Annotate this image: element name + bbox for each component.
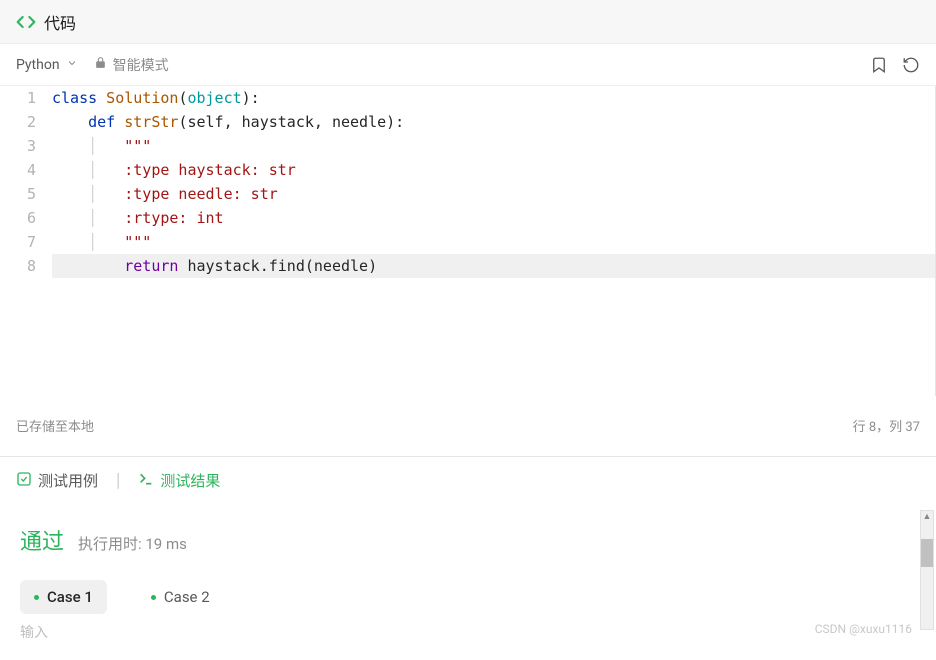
status-dot-icon (34, 595, 39, 600)
case-tab-1[interactable]: Case 1 (20, 580, 107, 614)
code-line: │ :rtype: int (52, 206, 935, 230)
code-line: │ :type haystack: str (52, 158, 935, 182)
watermark: CSDN @xuxu1116 (815, 622, 912, 636)
code-area[interactable]: class Solution(object): def strStr(self,… (48, 86, 936, 396)
mode-label: 智能模式 (113, 55, 169, 75)
reset-icon[interactable] (902, 56, 920, 74)
code-line-active: return haystack.find(needle) (52, 254, 935, 278)
scrollbar-vertical[interactable]: ▲ (920, 510, 934, 630)
status-bar: 已存储至本地 行 8，列 37 (0, 396, 936, 456)
code-editor[interactable]: 1 2 3 4 5 6 7 8 class Solution(object): … (0, 86, 936, 396)
code-icon (16, 12, 36, 32)
status-dot-icon (151, 595, 156, 600)
tab-results[interactable]: 测试结果 (138, 470, 220, 491)
code-line: │ """ (52, 134, 935, 158)
case-tab-2[interactable]: Case 2 (137, 580, 224, 614)
bookmark-icon[interactable] (870, 56, 888, 74)
scroll-up-icon[interactable]: ▲ (921, 511, 933, 523)
language-select[interactable]: Python (16, 57, 78, 73)
code-line: def strStr(self, haystack, needle): (52, 110, 935, 134)
lock-icon (94, 56, 107, 73)
language-label: Python (16, 57, 60, 73)
result-runtime: 执行用时: 19 ms (78, 533, 187, 554)
check-square-icon (16, 471, 32, 491)
code-line: │ """ (52, 230, 935, 254)
save-status: 已存储至本地 (16, 416, 94, 435)
chevron-down-icon (66, 57, 78, 73)
result-panel: 通过 执行用时: 19 ms Case 1 Case 2 输入 ▲ CSDN @… (0, 504, 936, 642)
result-status: 通过 (20, 524, 64, 556)
tab-testcases[interactable]: 测试用例 (16, 470, 98, 491)
header-bar: 代码 (0, 0, 936, 44)
terminal-icon (138, 471, 154, 491)
case-tabs: Case 1 Case 2 (20, 580, 916, 614)
scrollbar-thumb[interactable] (921, 539, 933, 567)
code-line: class Solution(object): (52, 86, 935, 110)
tabs-bar: 测试用例 | 测试结果 (0, 456, 936, 504)
cursor-position: 行 8，列 37 (853, 416, 920, 435)
line-gutter: 1 2 3 4 5 6 7 8 (0, 86, 48, 396)
tab-separator: | (116, 470, 120, 491)
mode-indicator: 智能模式 (94, 55, 169, 75)
toolbar: Python 智能模式 (0, 44, 936, 86)
header-title: 代码 (44, 10, 76, 34)
input-section-label: 输入 (0, 614, 936, 642)
code-line: │ :type needle: str (52, 182, 935, 206)
